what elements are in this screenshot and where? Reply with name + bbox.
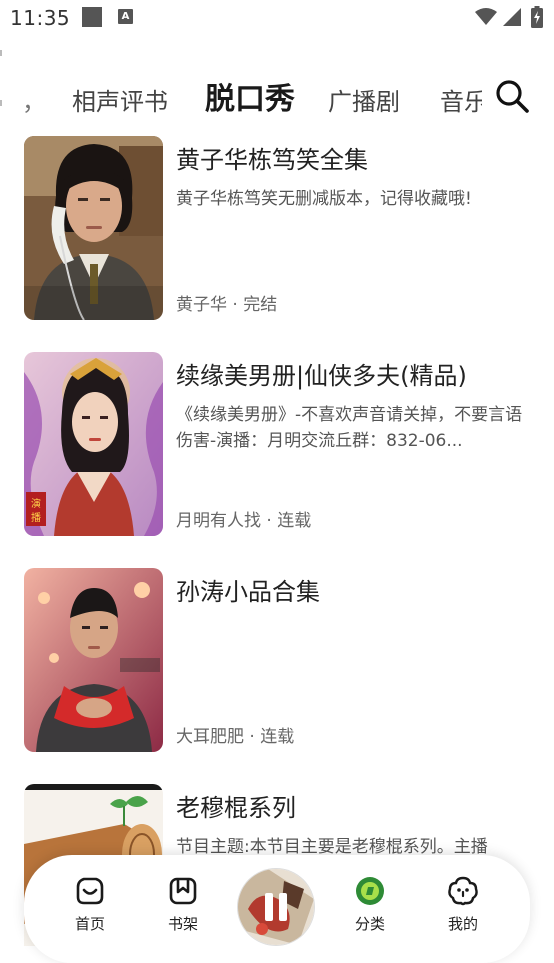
a-notification-icon: A bbox=[118, 9, 133, 24]
nav-home[interactable]: 首页 bbox=[60, 875, 120, 934]
program-list: 黄子华栋笃笑全集 黄子华栋笃笑无删减版本，记得收藏哦! 黄子华 · 完结 演 播… bbox=[0, 134, 554, 946]
item-meta: 月明有人找 · 连载 bbox=[176, 506, 311, 531]
bookshelf-icon bbox=[169, 877, 197, 905]
status-time: 11:35 bbox=[10, 6, 71, 30]
cover-image bbox=[24, 568, 163, 752]
meta-separator: · bbox=[261, 511, 278, 531]
nav-category[interactable]: 分类 bbox=[340, 875, 400, 934]
category-tab-bar: ， 相声评书 脱口秀 广播剧 音乐 bbox=[0, 60, 554, 130]
meta-separator: · bbox=[244, 727, 261, 747]
tab-talk-show[interactable]: 脱口秀 bbox=[205, 74, 295, 118]
wifi-icon bbox=[475, 8, 497, 25]
pause-icon bbox=[265, 893, 287, 921]
item-author: 大耳肥肥 bbox=[176, 727, 244, 747]
item-description: 黄子华栋笃笑无删减版本，记得收藏哦! bbox=[176, 189, 472, 209]
list-item[interactable]: 黄子华栋笃笑全集 黄子华栋笃笑无删减版本，记得收藏哦! 黄子华 · 完结 bbox=[0, 134, 554, 324]
nav-label: 首页 bbox=[74, 915, 105, 933]
cover-image bbox=[24, 136, 163, 320]
battery-charging-icon bbox=[531, 6, 543, 28]
nav-label: 我的 bbox=[447, 915, 478, 933]
nav-bookshelf[interactable]: 书架 bbox=[153, 875, 213, 934]
tab-prev-partial[interactable]: ， bbox=[22, 82, 46, 117]
item-description: 《续缘美男册》-不喜欢声音请关掉，不要言语伤害-演播：月明交流丘群：832-06… bbox=[176, 405, 523, 451]
item-status: 连载 bbox=[260, 727, 295, 747]
square-notification-icon bbox=[82, 7, 102, 27]
svg-text:播: 播 bbox=[31, 511, 41, 524]
item-title: 黄子华栋笃笑全集 bbox=[176, 146, 368, 174]
home-smile-icon bbox=[76, 877, 104, 905]
item-title: 孙涛小品合集 bbox=[176, 578, 320, 606]
item-title: 续缘美男册|仙侠多夫(精品) bbox=[176, 362, 467, 390]
player-button[interactable] bbox=[238, 869, 314, 945]
item-author: 月明有人找 bbox=[176, 511, 261, 531]
list-item[interactable]: 演 播 续缘美男册|仙侠多夫(精品) 《续缘美男册》-不喜欢声音请关掉，不要言语… bbox=[0, 350, 554, 540]
item-status: 连载 bbox=[277, 511, 312, 531]
item-meta: 大耳肥肥 · 连载 bbox=[176, 722, 294, 747]
item-meta: 黄子华 · 完结 bbox=[176, 290, 277, 315]
item-status: 完结 bbox=[243, 295, 278, 315]
status-bar: 11:35 A bbox=[0, 0, 554, 38]
profile-icon bbox=[448, 876, 478, 906]
bottom-navigation: 首页 书架 分类 我的 bbox=[24, 855, 530, 963]
list-item[interactable]: 孙涛小品合集 大耳肥肥 · 连载 bbox=[0, 566, 554, 756]
nav-label: 书架 bbox=[167, 915, 198, 933]
search-icon[interactable] bbox=[494, 78, 530, 114]
tab-radio-drama[interactable]: 广播剧 bbox=[328, 82, 400, 117]
tab-music[interactable]: 音乐 bbox=[440, 82, 482, 117]
nav-profile[interactable]: 我的 bbox=[433, 875, 493, 934]
svg-text:演: 演 bbox=[31, 497, 41, 510]
cover-image: 演 播 bbox=[24, 352, 163, 536]
signal-icon bbox=[503, 8, 521, 26]
item-author: 黄子华 bbox=[176, 295, 227, 315]
tab-crosstalk[interactable]: 相声评书 bbox=[72, 82, 168, 117]
category-icon bbox=[356, 877, 384, 905]
nav-label: 分类 bbox=[354, 915, 385, 933]
item-title: 老穆棍系列 bbox=[176, 794, 296, 822]
meta-separator: · bbox=[227, 295, 244, 315]
